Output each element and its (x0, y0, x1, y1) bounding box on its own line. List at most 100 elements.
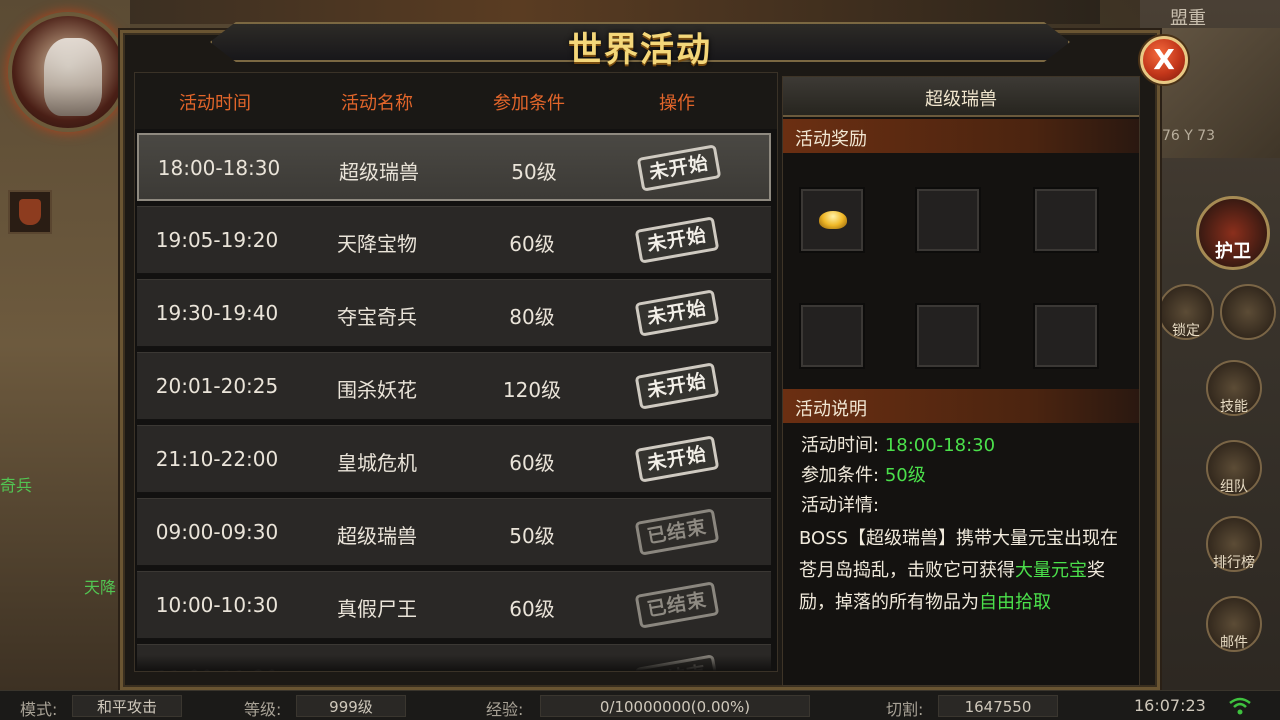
row-level-requirement: 60级 (509, 232, 555, 256)
activity-description: BOSS【超级瑞兽】携带大量元宝出现在苍月岛捣乱，击败它可获得大量元宝奖励，掉落… (799, 523, 1119, 619)
desc-highlight-2: 自由拾取 (979, 592, 1051, 613)
row-time: 20:01-20:25 (155, 374, 279, 398)
exp-label: 经验: (486, 700, 524, 719)
mail-label: 邮件 (1220, 635, 1248, 651)
reward-section-bar: 活动奖励 (783, 119, 1139, 153)
cut-value: 1647550 (938, 695, 1058, 717)
not-started-stamp[interactable]: 未开始 (634, 216, 720, 264)
table-row[interactable]: 20:01-20:25 围杀妖花 120级 未开始 (137, 352, 771, 420)
not-started-stamp[interactable]: 未开始 (634, 289, 720, 337)
not-started-stamp[interactable]: 未开始 (634, 435, 720, 483)
row-activity-name: 真假尸王 (337, 597, 417, 621)
team-button[interactable]: 组队 (1206, 440, 1262, 496)
row-activity-name: 皇城危机 (337, 451, 417, 475)
reward-slot[interactable] (799, 303, 865, 369)
row-activity-name: 超级瑞兽 (339, 160, 419, 184)
row-activity-name: 夺宝奇兵 (337, 305, 417, 329)
mode-value[interactable]: 和平攻击 (72, 695, 182, 717)
detail-header: 超级瑞兽 (783, 77, 1139, 117)
guard-button[interactable]: 护卫 (1196, 196, 1270, 270)
level-value: 999级 (296, 695, 406, 717)
row-time: 09:00-09:30 (155, 520, 279, 544)
table-row[interactable]: 10:00-10:30 真假尸王 60级 已结束 (137, 571, 771, 639)
row-level-requirement: 50级 (511, 160, 557, 184)
table-row[interactable]: 21:10-22:00 皇城危机 60级 未开始 (137, 425, 771, 493)
rank-button[interactable]: 排行榜 (1206, 516, 1262, 572)
condition-value: 50级 (884, 465, 926, 486)
skill-label: 技能 (1220, 399, 1248, 415)
not-started-stamp[interactable]: 未开始 (634, 362, 720, 410)
row-level-requirement: 60级 (509, 597, 555, 621)
info-time: 活动时间: 18:00-18:30 (801, 431, 995, 457)
header-time: 活动时间 (179, 93, 251, 114)
ended-stamp[interactable]: 已结束 (634, 581, 720, 629)
activity-detail-panel: 超级瑞兽 活动奖励 活动说明 活动时间: 18:00-18:30 参加条件: 5… (782, 76, 1140, 686)
skill-button[interactable]: 技能 (1206, 360, 1262, 416)
condition-label: 参加条件: (801, 465, 880, 486)
reward-slot[interactable] (799, 187, 865, 253)
table-row[interactable]: 19:30-19:40 夺宝奇兵 80级 未开始 (137, 279, 771, 347)
lock-button[interactable]: 锁定 (1158, 284, 1214, 340)
mode-label: 模式: (20, 700, 58, 719)
reward-slot[interactable] (1033, 303, 1099, 369)
exp-value: 0/10000000(0.00%) (540, 695, 810, 717)
level-label: 等级: (244, 700, 282, 719)
close-icon: X (1153, 43, 1175, 76)
cut-label: 切割: (886, 700, 924, 719)
row-time: 10:00-10:30 (155, 593, 279, 617)
table-row[interactable]: 09:00-09:30 超级瑞兽 50级 已结束 (137, 498, 771, 566)
reward-slot[interactable] (915, 187, 981, 253)
guard-label: 护卫 (1215, 241, 1251, 262)
scroll-fade (135, 655, 777, 671)
mail-button[interactable]: 邮件 (1206, 596, 1262, 652)
row-activity-name: 围杀妖花 (337, 378, 417, 402)
info-details-label: 活动详情: (801, 495, 880, 516)
header-action: 操作 (659, 93, 695, 114)
dialog-title: 世界活动 (568, 30, 712, 70)
row-time: 19:30-19:40 (155, 301, 279, 325)
row-time: 18:00-18:30 (157, 156, 281, 180)
not-started-stamp[interactable]: 未开始 (636, 144, 722, 192)
row-activity-name: 天降宝物 (337, 232, 417, 256)
wifi-icon (1229, 697, 1251, 715)
lock-label: 锁定 (1172, 323, 1200, 339)
header-condition: 参加条件 (493, 93, 565, 114)
row-time: 21:10-22:00 (155, 447, 279, 471)
detail-title: 超级瑞兽 (925, 89, 997, 110)
row-level-requirement: 120级 (502, 378, 562, 402)
desc-highlight-1: 大量元宝 (1015, 560, 1087, 581)
row-time: 19:05-19:20 (155, 228, 279, 252)
portrait-face (44, 38, 102, 116)
row-level-requirement: 50级 (509, 524, 555, 548)
info-section-title: 活动说明 (795, 399, 867, 420)
team-label: 组队 (1220, 479, 1248, 495)
rank-label: 排行榜 (1213, 555, 1255, 571)
time-label: 活动时间: (801, 435, 880, 456)
table-row[interactable]: 19:05-19:20 天降宝物 60级 未开始 (137, 206, 771, 274)
player-portrait[interactable] (8, 12, 128, 132)
table-row[interactable]: 18:00-18:30 超级瑞兽 50级 未开始 (137, 133, 771, 201)
info-condition: 参加条件: 50级 (801, 461, 926, 487)
target-button[interactable] (1220, 284, 1276, 340)
activity-table: 活动时间 活动名称 参加条件 操作 18:00-18:30 超级瑞兽 50级 未开始 1… (134, 72, 778, 672)
ended-stamp[interactable]: 已结束 (634, 508, 720, 556)
close-button[interactable]: X (1140, 36, 1188, 84)
table-header: 活动时间 活动名称 参加条件 操作 (135, 73, 777, 129)
row-activity-name: 超级瑞兽 (337, 524, 417, 548)
minimap-title: 盟重 (1170, 8, 1206, 29)
gold-ingot-icon (819, 211, 847, 229)
status-bar: 模式: 和平攻击 等级: 999级 经验: 0/10000000(0.00%) … (0, 690, 1280, 720)
row-level-requirement: 80级 (509, 305, 555, 329)
scene-top-strip (130, 0, 1100, 24)
npc-label-2: 天降 (84, 578, 117, 597)
map-coordinates: 76 Y 73 (1162, 128, 1216, 144)
buff-icon (19, 199, 41, 225)
reward-section-title: 活动奖励 (795, 129, 867, 150)
reward-slot[interactable] (1033, 187, 1099, 253)
time-value: 18:00-18:30 (884, 435, 996, 456)
reward-slot[interactable] (915, 303, 981, 369)
buff-slot[interactable] (8, 190, 52, 234)
info-section-bar: 活动说明 (783, 389, 1139, 423)
clock: 16:07:23 (1134, 696, 1206, 715)
npc-label-1: 奇兵 (0, 476, 33, 495)
